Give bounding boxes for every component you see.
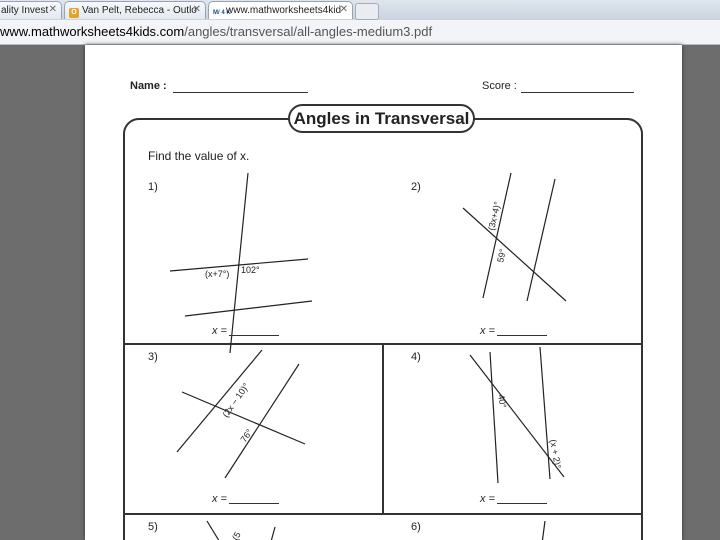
url-host: www.mathworksheets4kids.com <box>0 24 185 39</box>
tab-title: www.mathworksheets4kid <box>226 5 342 16</box>
problem-number: 3) <box>148 351 158 363</box>
answer-field[interactable]: x = <box>480 324 547 337</box>
parallel-line <box>539 346 551 480</box>
name-label: Name : <box>130 80 167 92</box>
transversal-line <box>206 520 220 540</box>
answer-label: x = <box>480 325 495 337</box>
address-bar[interactable]: www.mathworksheets4kids.com/angles/trans… <box>0 20 720 45</box>
angle-label: (x + 2)° <box>548 439 563 470</box>
score-underline <box>521 92 634 93</box>
answer-field[interactable]: x = <box>212 324 279 337</box>
close-icon[interactable]: ✕ <box>193 4 201 15</box>
tab-title: ality Invest <box>1 5 49 16</box>
tab-outlook[interactable]: O Van Pelt, Rebecca - Outlo ✕ <box>64 1 206 19</box>
url-text[interactable]: www.mathworksheets4kids.com/angles/trans… <box>0 24 432 39</box>
answer-blank[interactable] <box>228 324 279 336</box>
problem-6-figure <box>541 520 546 540</box>
angle-label: (2x − 10)° <box>220 381 251 419</box>
answer-label: x = <box>212 325 227 337</box>
angle-label: 59° <box>495 248 508 264</box>
angle-label: 40° <box>496 394 508 410</box>
new-tab-button[interactable] <box>355 3 379 20</box>
problem-number: 4) <box>411 351 421 363</box>
problem-number: 5) <box>148 521 158 533</box>
parallel-line <box>270 526 276 540</box>
answer-blank[interactable] <box>228 492 279 504</box>
problem-number: 1) <box>148 181 158 193</box>
answer-field[interactable]: x = <box>212 492 279 505</box>
answer-label: x = <box>480 493 495 505</box>
problem-2-figure: (3x+4)° 59° <box>462 172 567 302</box>
answer-field[interactable]: x = <box>480 492 547 505</box>
row-divider <box>123 513 643 515</box>
instruction-text: Find the value of x. <box>148 149 250 163</box>
problem-number: 2) <box>411 181 421 193</box>
problem-5-figure: (5 <box>206 520 276 540</box>
parallel-line <box>526 178 556 302</box>
problem-1-figure: (x+7°) 102° <box>169 172 313 354</box>
transversal-line <box>462 207 567 302</box>
name-underline <box>173 92 308 93</box>
angle-label: 76° <box>238 427 254 444</box>
close-icon[interactable]: ✕ <box>49 4 57 15</box>
transversal-line <box>541 520 546 540</box>
angle-label: (3x+4)° <box>486 200 502 231</box>
tab-quality-invest[interactable]: ality Invest ✕ <box>0 1 62 19</box>
angle-label: 102° <box>241 265 260 275</box>
close-icon[interactable]: ✕ <box>340 4 348 15</box>
problem-number: 6) <box>411 521 421 533</box>
answer-blank[interactable] <box>496 492 547 504</box>
mw-icon: M/ 4 K <box>213 10 231 16</box>
answer-blank[interactable] <box>496 324 547 336</box>
angle-label: (x+7°) <box>205 269 229 279</box>
parallel-line <box>482 172 512 299</box>
worksheet-title: Angles in Transversal <box>288 104 475 133</box>
url-path: /angles/transversal/all-angles-medium3.p… <box>184 24 433 39</box>
tab-mathworksheets[interactable]: M/ 4 Kwww.mathworksheets4kid ✕ <box>208 1 353 19</box>
problem-3-figure: (2x − 10)° 76° <box>176 349 306 479</box>
worksheet-page: Name : Score : Angles in Transversal Fin… <box>85 45 682 540</box>
tab-bar: ality Invest ✕ O Van Pelt, Rebecca - Outl… <box>0 0 720 21</box>
angle-label: (5 <box>230 530 243 540</box>
parallel-line <box>489 351 499 484</box>
column-divider <box>382 343 384 513</box>
transversal-line <box>469 354 565 478</box>
outlook-icon: O <box>69 8 79 18</box>
answer-label: x = <box>212 493 227 505</box>
tab-title: Van Pelt, Rebecca - Outlo <box>82 5 197 16</box>
problem-4-figure: 40° (x + 2)° <box>469 346 565 484</box>
score-label: Score : <box>482 80 517 92</box>
